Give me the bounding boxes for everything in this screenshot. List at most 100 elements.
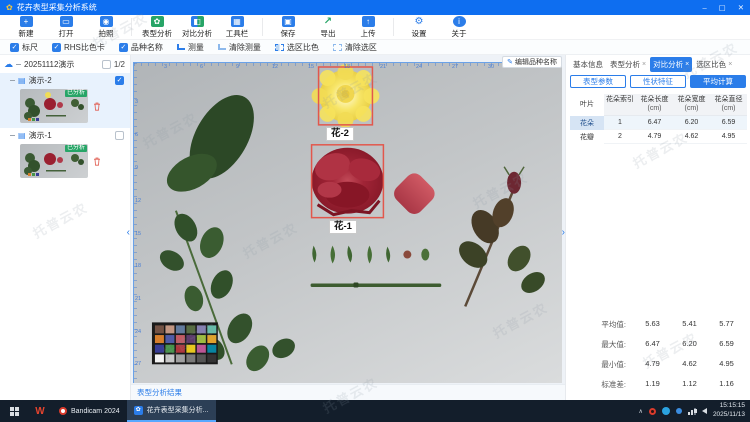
specimen-photo[interactable]: 3 6 9 12 15 18 21 24 27 30 33 3 6 9 12 1…: [133, 62, 562, 383]
ruler-measure-icon: [177, 44, 185, 50]
save-button[interactable]: ▣ 保存: [268, 16, 308, 39]
tab-label: 表型分析: [610, 59, 640, 70]
side-column-header: 叶片: [570, 94, 604, 116]
compare-analysis-button[interactable]: ◧ 对比分析: [177, 16, 217, 39]
recording-tray-icon[interactable]: [649, 408, 656, 415]
trash-icon[interactable]: [93, 157, 101, 166]
messenger-tray-icon[interactable]: [662, 407, 670, 415]
edit-variety-name-label: 编辑品种名称: [515, 57, 557, 67]
close-button[interactable]: ✕: [738, 3, 744, 12]
collapse-toggle-icon[interactable]: [10, 80, 15, 81]
clear-region-button[interactable]: 清除选区: [333, 42, 377, 53]
ruler-tick-label: 24: [135, 329, 141, 335]
table-cell: 4.95: [710, 130, 747, 144]
image-thumbnail[interactable]: 已分析: [20, 89, 88, 123]
item-checkbox-checked[interactable]: ✓: [115, 76, 124, 85]
tab-close-icon[interactable]: ×: [685, 61, 689, 68]
list-item[interactable]: ▤ 演示-1 已分析: [0, 128, 130, 183]
tab-close-icon[interactable]: ×: [642, 61, 646, 68]
ruler-tick-label: 9: [135, 165, 138, 171]
column-title: 花朵长度: [641, 96, 669, 103]
about-button[interactable]: i 关于: [439, 16, 479, 39]
capture-button[interactable]: ◉ 拍照: [86, 16, 126, 39]
stat-value: 1.16: [708, 379, 745, 390]
system-tray: ∧ 15:15:15 2025/11/13: [639, 402, 750, 420]
export-button[interactable]: ↗ 导出: [308, 16, 348, 39]
clear-measure-button[interactable]: 清除测量: [218, 42, 261, 53]
collapse-toggle-icon[interactable]: [10, 135, 15, 136]
toolbox-button[interactable]: ▦ 工具栏: [217, 16, 257, 39]
tab-label: 对比分析: [653, 59, 683, 70]
start-button[interactable]: [0, 400, 28, 422]
minimize-button[interactable]: –: [702, 3, 706, 12]
new-button[interactable]: + 新建: [6, 16, 46, 39]
detection-label: 花-2: [326, 127, 354, 141]
rhs-colorcard-checkbox[interactable]: ✓ RHS比色卡: [52, 42, 105, 53]
tab-phenotype-analysis[interactable]: 表型分析 ×: [607, 57, 649, 72]
phenotype-analysis-button[interactable]: ✿ 表型分析: [137, 16, 177, 39]
tab-region-color[interactable]: 选区比色 ×: [693, 57, 735, 72]
windows-logo-icon: [10, 407, 19, 416]
phenotype-result-label: 表型分析结果: [137, 387, 182, 398]
phenotype-label: 表型分析: [142, 28, 172, 39]
table-cell: 4.79: [636, 130, 673, 144]
region-select-icon: [275, 44, 284, 51]
variety-name-checkbox[interactable]: ✓ 品种名称: [119, 42, 163, 53]
taskbar: W Bandicam 2024 ✿ 花卉表型采集分析... ∧ 15:15:15…: [0, 400, 750, 422]
edit-variety-name-button[interactable]: ✎ 编辑品种名称: [502, 56, 562, 68]
tab-basic-info[interactable]: 基本信息: [570, 57, 606, 72]
upload-button[interactable]: ↑ 上传: [348, 16, 388, 39]
clear-measure-label: 清除测量: [229, 42, 261, 53]
sidebar-collapse-chevron-icon[interactable]: ‹: [127, 227, 130, 238]
image-thumbnail[interactable]: 已分析: [20, 144, 88, 178]
settings-button[interactable]: ⚙ 设置: [399, 16, 439, 39]
table-cell: 1: [604, 116, 636, 130]
volume-icon[interactable]: [702, 408, 707, 414]
region-color-button[interactable]: 选区比色: [275, 42, 319, 53]
toolbox-icon: ▦: [231, 16, 244, 27]
app-taskbar-icon: ✿: [134, 406, 143, 415]
maximize-button[interactable]: ▢: [719, 3, 726, 12]
clear-region-label: 清除选区: [345, 42, 377, 53]
side-row-flower[interactable]: 花朵: [570, 116, 604, 130]
open-button[interactable]: ▭ 打开: [46, 16, 86, 39]
toolbar-separator: [262, 18, 263, 36]
detection-label: 花-1: [329, 220, 357, 234]
wps-taskbar-icon[interactable]: W: [28, 406, 52, 417]
stat-value: 6.20: [671, 339, 708, 350]
bluetooth-tray-icon[interactable]: [676, 408, 682, 414]
folder-checkbox[interactable]: [102, 60, 111, 69]
trait-features-button[interactable]: 性状特征: [630, 75, 686, 88]
ruler-tick-label: 12: [135, 198, 141, 204]
side-row-petal[interactable]: 花瓣: [570, 130, 604, 144]
taskbar-app-bandicam[interactable]: Bandicam 2024: [52, 400, 127, 422]
measure-button[interactable]: 测量: [177, 42, 204, 53]
result-tab-strip[interactable]: 表型分析结果: [131, 384, 565, 400]
save-icon: ▣: [282, 16, 295, 27]
column-title: 花朵宽度: [678, 96, 706, 103]
list-item[interactable]: ▤ 演示-2 ✓ 已分析: [0, 73, 130, 128]
taskbar-app-flower-system[interactable]: ✿ 花卉表型采集分析...: [127, 400, 216, 422]
item-checkbox-unchecked[interactable]: [115, 131, 124, 140]
ruler-checkbox[interactable]: ✓ 标尺: [10, 42, 38, 53]
trash-icon[interactable]: [93, 102, 101, 111]
document-icon: ▤: [18, 76, 26, 85]
variety-name-label: 品种名称: [131, 42, 163, 53]
taskbar-clock[interactable]: 15:15:15 2025/11/13: [713, 402, 745, 420]
phenotype-params-button[interactable]: 表型参数: [570, 75, 626, 88]
table-cell: 4.62: [673, 130, 710, 144]
tab-close-icon[interactable]: ×: [728, 61, 732, 68]
table-cell: 6.47: [636, 116, 673, 130]
average-calc-button[interactable]: 平均计算: [690, 75, 746, 88]
titlebar: ✿ 花卉表型采集分析系统 – ▢ ✕: [0, 0, 750, 15]
tray-expand-chevron-icon[interactable]: ∧: [639, 408, 643, 415]
column-unit: (cm): [636, 105, 673, 114]
toolbar-separator: [131, 18, 132, 36]
window-controls: – ▢ ✕: [702, 3, 744, 12]
ruler-tick-label: 15: [135, 231, 141, 237]
panel-tabs: 基本信息 表型分析 × 对比分析 × 选区比色 ×: [566, 55, 750, 72]
folder-row[interactable]: ☁ 20251112演示 1/2: [0, 55, 130, 73]
image-list-sidebar: ☁ 20251112演示 1/2 ▤ 演示-2 ✓: [0, 55, 131, 400]
tab-compare-analysis[interactable]: 对比分析 ×: [650, 57, 692, 72]
collapse-toggle-icon[interactable]: [16, 64, 21, 65]
